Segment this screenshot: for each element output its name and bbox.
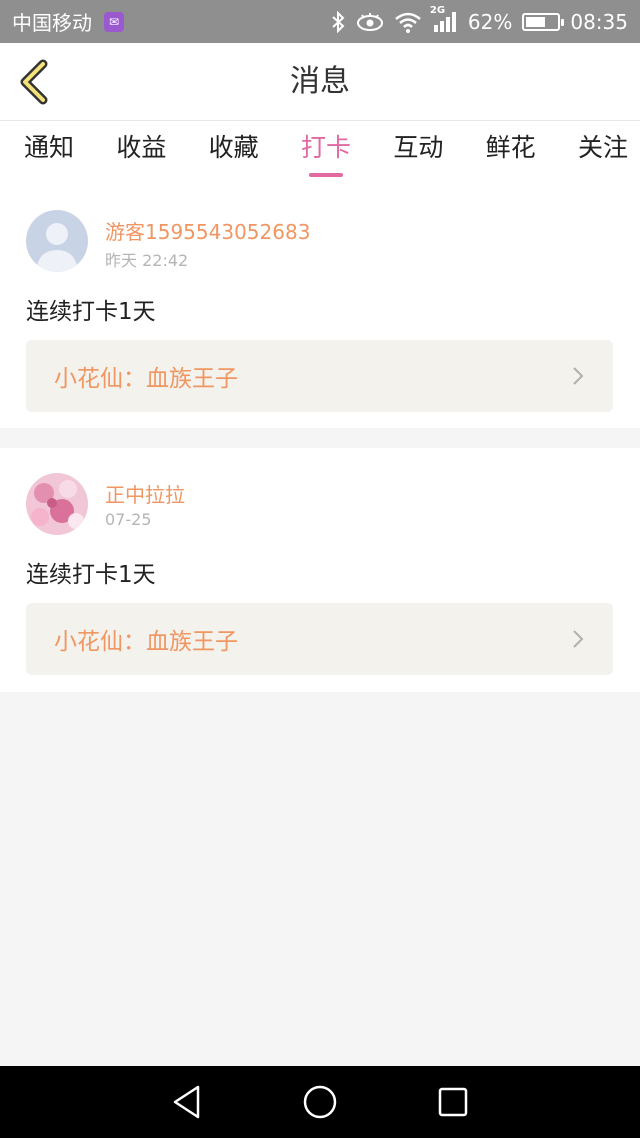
- message-text: 连续打卡1天: [26, 562, 156, 588]
- app-notification-icon: ✉: [104, 11, 124, 32]
- carrier-name: 中国移动: [12, 11, 92, 35]
- app-header: 消息: [0, 43, 640, 121]
- battery-icon: [522, 12, 565, 31]
- message-card: 游客1595543052683 昨天 22:42 连续打卡1天 小花仙：血族王子: [0, 185, 640, 428]
- username[interactable]: 游客1595543052683: [105, 216, 310, 245]
- avatar[interactable]: [26, 473, 88, 535]
- linked-content-title: 小花仙：血族王子: [54, 629, 238, 655]
- timestamp: 07-25: [105, 510, 152, 529]
- username[interactable]: 正中拉拉: [105, 479, 185, 508]
- triangle-back-icon: [173, 1085, 199, 1119]
- back-arrow-icon: [20, 59, 48, 105]
- system-nav-bar: [0, 1066, 640, 1138]
- linked-content-title: 小花仙：血族王子: [54, 366, 238, 392]
- tab-following[interactable]: 关注: [578, 121, 628, 185]
- tab-checkin[interactable]: 打卡: [301, 121, 351, 185]
- avatar[interactable]: [26, 210, 88, 272]
- battery-percent: 62%: [467, 9, 513, 34]
- signal-icon: 2G: [430, 5, 458, 33]
- chevron-right-icon: [571, 628, 585, 650]
- message-card: 正中拉拉 07-25 连续打卡1天 小花仙：血族王子: [0, 448, 640, 692]
- back-button[interactable]: [14, 59, 54, 105]
- bluetooth-icon: [330, 10, 346, 33]
- nav-back-button[interactable]: [157, 1072, 217, 1132]
- circle-home-icon: [303, 1085, 337, 1119]
- timestamp: 昨天 22:42: [105, 251, 189, 270]
- tab-favorites[interactable]: 收藏: [209, 121, 259, 185]
- chevron-right-icon: [571, 365, 585, 387]
- eye-comfort-icon: [356, 12, 384, 32]
- linked-content-button[interactable]: 小花仙：血族王子: [26, 340, 613, 412]
- nav-recents-button[interactable]: [423, 1072, 483, 1132]
- network-type: 2G: [429, 4, 446, 16]
- tab-notifications[interactable]: 通知: [24, 121, 74, 185]
- status-bar: 中国移动 ✉ 2G 62% 08:35: [0, 0, 640, 43]
- tab-flowers[interactable]: 鲜花: [486, 121, 536, 185]
- clock: 08:35: [570, 9, 628, 34]
- tab-bar: 通知 收益 收藏 打卡 互动 鲜花 关注: [0, 121, 640, 185]
- nav-home-button[interactable]: [290, 1072, 350, 1132]
- tab-interactions[interactable]: 互动: [393, 121, 443, 185]
- page-title: 消息: [290, 64, 350, 99]
- wifi-icon: [394, 11, 422, 33]
- linked-content-button[interactable]: 小花仙：血族王子: [26, 603, 613, 675]
- message-text: 连续打卡1天: [26, 299, 156, 325]
- tab-earnings[interactable]: 收益: [116, 121, 166, 185]
- square-recents-icon: [439, 1087, 468, 1117]
